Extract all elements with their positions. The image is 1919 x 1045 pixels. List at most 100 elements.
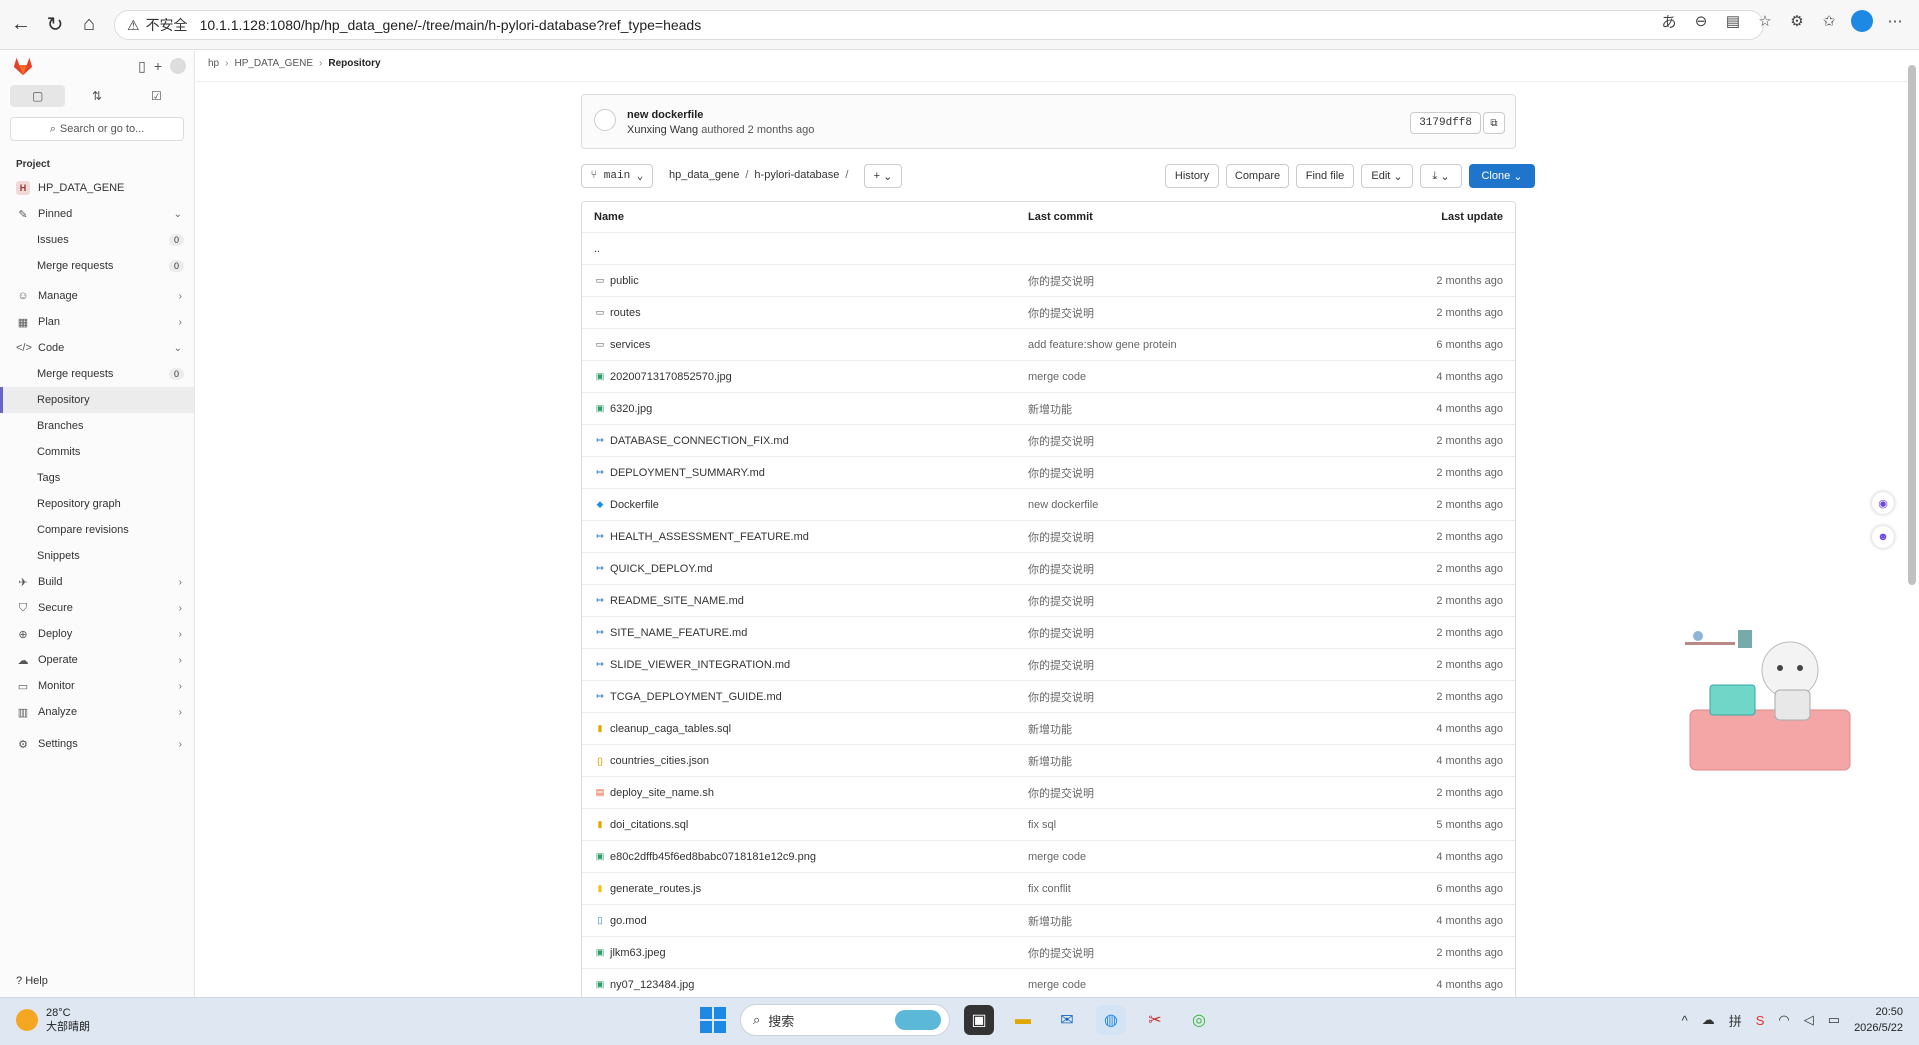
table-row[interactable]: ↦ HEALTH_ASSESSMENT_FEATURE.md 你的提交说明 2 mon… xyxy=(582,521,1515,553)
sidebar-item-code[interactable]: </> Code ⌄ xyxy=(0,335,194,361)
sogou-icon[interactable]: S xyxy=(1756,1013,1765,1028)
sidebar-item-branches[interactable]: Branches xyxy=(0,413,194,439)
table-row[interactable]: ▮ generate_routes.js fix conflit 6 months a… xyxy=(582,873,1515,905)
sidebar-item-repository-graph[interactable]: Repository graph xyxy=(0,491,194,517)
wifi-icon[interactable]: ◠ xyxy=(1778,1012,1789,1028)
profile-avatar[interactable] xyxy=(1851,10,1873,32)
sidebar-item-commits[interactable]: Commits xyxy=(0,439,194,465)
parent-dir-row[interactable]: .. xyxy=(582,233,1515,265)
sidebar-item-manage[interactable]: ☺ Manage › xyxy=(0,283,194,309)
table-row[interactable]: ↦ DEPLOYMENT_SUMMARY.md 你的提交说明 2 months ago xyxy=(582,457,1515,489)
favorites-icon[interactable]: ✩ xyxy=(1819,11,1839,31)
compare-button[interactable]: Compare xyxy=(1226,164,1289,188)
table-row[interactable]: ↦ SLIDE_VIEWER_INTEGRATION.md 你的提交说明 2 mont… xyxy=(582,649,1515,681)
file-name-link[interactable]: ↦ SITE_NAME_FEATURE.md xyxy=(594,627,747,639)
last-commit-link[interactable]: 新增功能 xyxy=(1028,401,1072,417)
file-name-link[interactable]: ▤ deploy_site_name.sh xyxy=(594,787,714,799)
find-file-button[interactable]: Find file xyxy=(1296,164,1354,188)
battery-icon[interactable]: ▭ xyxy=(1828,1012,1840,1028)
last-commit-link[interactable]: fix sql xyxy=(1028,819,1056,831)
extensions-icon[interactable]: ⚙ xyxy=(1787,11,1807,31)
volume-icon[interactable]: ◁ xyxy=(1804,1012,1814,1028)
path-root[interactable]: hp_data_gene xyxy=(669,169,739,181)
breadcrumb-project[interactable]: HP_DATA_GENE xyxy=(234,58,313,69)
sidebar-item-settings[interactable]: ⚙ Settings › xyxy=(0,731,194,757)
address-bar[interactable]: ⚠ 不安全 10.1.1.128:1080/hp/hp_data_gene/-/… xyxy=(114,10,1764,40)
more-icon[interactable]: ⋯ xyxy=(1885,11,1905,31)
file-name-link[interactable]: ▮ cleanup_caga_tables.sql xyxy=(594,723,732,735)
file-name-link[interactable]: ▣ 6320.jpg xyxy=(594,403,652,415)
parent-dir-link[interactable]: .. xyxy=(594,243,600,255)
copy-icon[interactable]: ⧉ xyxy=(1483,112,1505,134)
file-name-link[interactable]: ▭ routes xyxy=(594,307,641,319)
tab-merge-requests-icon[interactable]: ⇅ xyxy=(69,85,124,107)
table-row[interactable]: ▮ doi_citations.sql fix sql 5 months ago xyxy=(582,809,1515,841)
last-commit-link[interactable]: fix conflit xyxy=(1028,883,1071,895)
last-commit-link[interactable]: 你的提交说明 xyxy=(1028,785,1094,801)
file-name-link[interactable]: ↦ DEPLOYMENT_SUMMARY.md xyxy=(594,467,765,479)
branch-selector[interactable]: ⑂ main ⌄ xyxy=(581,164,653,188)
last-commit-link[interactable]: 新增功能 xyxy=(1028,913,1072,929)
file-name-link[interactable]: {} countries_cities.json xyxy=(594,755,709,767)
reader-icon[interactable]: ▤ xyxy=(1723,11,1743,31)
user-avatar[interactable] xyxy=(170,58,186,74)
zoom-icon[interactable]: ⊖ xyxy=(1691,11,1711,31)
last-commit-link[interactable]: 你的提交说明 xyxy=(1028,657,1094,673)
last-commit-link[interactable]: 你的提交说明 xyxy=(1028,273,1094,289)
file-name-link[interactable]: ▣ jlkm63.jpeg xyxy=(594,947,666,959)
file-name-link[interactable]: ▣ e80c2dffb45f6ed8babc0718181e12c9.png xyxy=(594,851,816,863)
sidebar-item-plan[interactable]: ▦ Plan › xyxy=(0,309,194,335)
taskbar-search[interactable]: ⌕ 搜索 xyxy=(740,1004,950,1036)
sidebar-item-operate[interactable]: ☁ Operate › xyxy=(0,647,194,673)
table-row[interactable]: ▣ jlkm63.jpeg 你的提交说明 2 months ago xyxy=(582,937,1515,969)
commit-sha[interactable]: 3179dff8 xyxy=(1410,112,1481,134)
last-commit-link[interactable]: 你的提交说明 xyxy=(1028,593,1094,609)
outlook-icon[interactable]: ✉ xyxy=(1052,1005,1082,1035)
task-view-icon[interactable]: ▣ xyxy=(964,1005,994,1035)
table-row[interactable]: {} countries_cities.json 新增功能 4 months ago xyxy=(582,745,1515,777)
table-row[interactable]: ▤ deploy_site_name.sh 你的提交说明 2 months ago xyxy=(582,777,1515,809)
last-commit-link[interactable]: 你的提交说明 xyxy=(1028,945,1094,961)
last-commit-link[interactable]: 你的提交说明 xyxy=(1028,305,1094,321)
sidebar-item-merge-requests-pinned[interactable]: Merge requests 0 xyxy=(0,253,194,279)
weather-widget[interactable]: 28°C 大部晴朗 xyxy=(16,1006,90,1034)
tab-todo-icon[interactable]: ☑ xyxy=(129,85,184,107)
sidebar-item-issues[interactable]: Issues 0 xyxy=(0,227,194,253)
project-link[interactable]: H HP_DATA_GENE xyxy=(0,175,194,201)
last-commit-link[interactable]: 你的提交说明 xyxy=(1028,465,1094,481)
last-commit-link[interactable]: merge code xyxy=(1028,979,1086,991)
breadcrumb-repository[interactable]: Repository xyxy=(328,58,380,69)
sidebar-item-tags[interactable]: Tags xyxy=(0,465,194,491)
sidebar-item-repository[interactable]: Repository xyxy=(0,387,194,413)
table-row[interactable]: ◆ Dockerfile new dockerfile 2 months ago xyxy=(582,489,1515,521)
last-commit-link[interactable]: 新增功能 xyxy=(1028,753,1072,769)
last-commit-link[interactable]: 你的提交说明 xyxy=(1028,529,1094,545)
back-icon[interactable]: ← xyxy=(4,8,38,42)
sidebar-item-merge-requests[interactable]: Merge requests 0 xyxy=(0,361,194,387)
file-name-link[interactable]: ▮ doi_citations.sql xyxy=(594,819,689,831)
plus-icon[interactable]: + xyxy=(154,58,162,74)
clone-button[interactable]: Clone ⌄ xyxy=(1469,164,1535,188)
file-name-link[interactable]: ▮ generate_routes.js xyxy=(594,883,702,895)
table-row[interactable]: ▣ e80c2dffb45f6ed8babc0718181e12c9.png mer… xyxy=(582,841,1515,873)
last-commit-link[interactable]: 你的提交说明 xyxy=(1028,433,1094,449)
last-commit-link[interactable]: 你的提交说明 xyxy=(1028,561,1094,577)
table-row[interactable]: ↦ QUICK_DEPLOY.md 你的提交说明 2 months ago xyxy=(582,553,1515,585)
gitlab-logo-icon[interactable] xyxy=(12,55,34,77)
download-button[interactable]: ⤓ ⌄ xyxy=(1420,164,1462,188)
table-row[interactable]: ▭ routes 你的提交说明 2 months ago xyxy=(582,297,1515,329)
sidebar-item-snippets[interactable]: Snippets xyxy=(0,543,194,569)
commit-author[interactable]: Xunxing Wang xyxy=(627,124,698,136)
chevron-up-icon[interactable]: ^ xyxy=(1682,1013,1688,1028)
sidebar-item-monitor[interactable]: ▭ Monitor › xyxy=(0,673,194,699)
table-row[interactable]: ↦ TCGA_DEPLOYMENT_GUIDE.md 你的提交说明 2 months … xyxy=(582,681,1515,713)
page-scrollbar[interactable] xyxy=(1907,51,1917,997)
last-commit-link[interactable]: merge code xyxy=(1028,851,1086,863)
table-row[interactable]: ▯ go.mod 新增功能 4 months ago xyxy=(582,905,1515,937)
tab-issues-icon[interactable]: ▢ xyxy=(10,85,66,107)
file-name-link[interactable]: ◆ Dockerfile xyxy=(594,499,659,511)
table-row[interactable]: ▣ 20200713170852570.jpg merge code 4 months… xyxy=(582,361,1515,393)
robot-icon[interactable]: ☻ xyxy=(1872,526,1894,548)
table-row[interactable]: ↦ SITE_NAME_FEATURE.md 你的提交说明 2 months ago xyxy=(582,617,1515,649)
last-commit-link[interactable]: 你的提交说明 xyxy=(1028,625,1094,641)
